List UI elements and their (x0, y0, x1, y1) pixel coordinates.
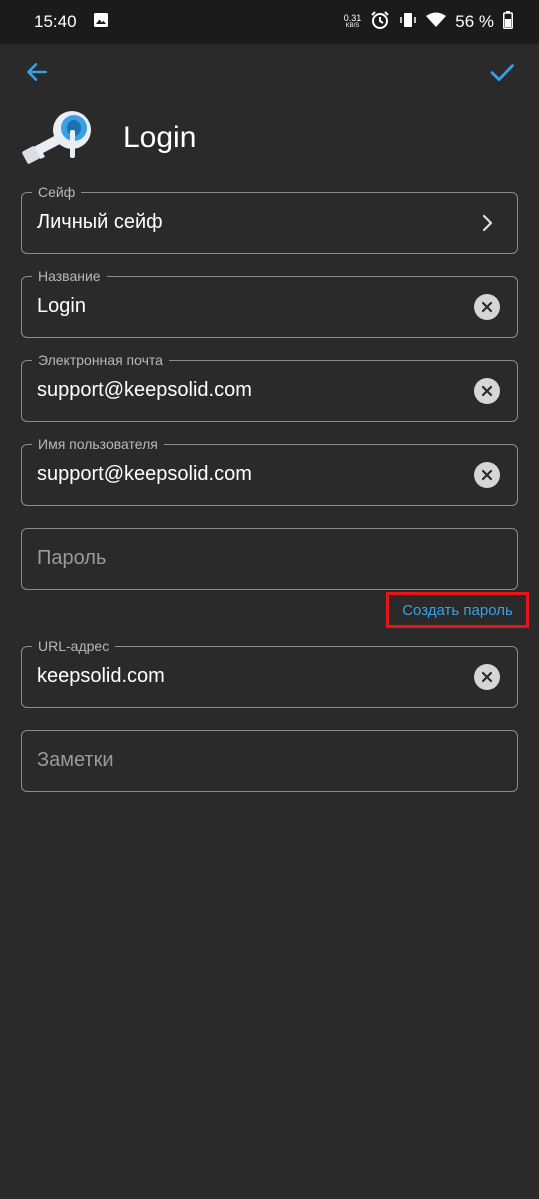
notes-placeholder: Заметки (37, 749, 114, 771)
image-icon (93, 12, 109, 33)
clear-name-button[interactable] (474, 294, 500, 320)
back-button[interactable] (18, 54, 56, 90)
battery-percentage: 56 % (455, 12, 494, 31)
name-field[interactable]: Название Login (21, 266, 518, 338)
email-value: support@keepsolid.com (37, 379, 252, 401)
item-header: Login (22, 108, 196, 168)
url-field[interactable]: URL-адрес keepsolid.com (21, 636, 518, 708)
save-button[interactable] (483, 54, 521, 90)
arrow-back-icon (27, 63, 47, 81)
wifi-icon (426, 12, 447, 33)
clear-icon (481, 385, 493, 397)
generate-password-button[interactable]: Создать пароль (386, 592, 529, 628)
status-bar: 15:40 0.31 KB/S 56 % (0, 0, 539, 44)
email-field[interactable]: Электронная почта support@keepsolid.com (21, 350, 518, 422)
clear-email-button[interactable] (474, 378, 500, 404)
net-speed: 0.31 KB/S (344, 14, 362, 30)
alarm-icon (370, 10, 390, 35)
username-field[interactable]: Имя пользователя support@keepsolid.com (21, 434, 518, 506)
clear-icon (481, 469, 493, 481)
status-time: 15:40 (34, 12, 77, 31)
clear-icon (481, 301, 493, 313)
toolbar (0, 44, 539, 100)
clear-url-button[interactable] (474, 664, 500, 690)
clear-icon (481, 671, 493, 683)
password-field[interactable]: Пароль (21, 528, 518, 590)
net-speed-unit: KB/S (345, 23, 360, 29)
notes-field[interactable]: Заметки (21, 730, 518, 792)
battery-icon (503, 10, 513, 34)
net-speed-value: 0.31 (343, 13, 362, 23)
name-value: Login (37, 295, 86, 317)
check-icon (490, 64, 514, 81)
password-placeholder: Пароль (37, 547, 107, 569)
chevron-right-icon[interactable] (475, 211, 499, 235)
vibrate-icon (399, 11, 417, 34)
vault-value: Личный сейф (37, 211, 163, 233)
key-icon (22, 111, 91, 164)
vault-field[interactable]: Сейф Личный сейф (21, 182, 518, 254)
username-value: support@keepsolid.com (37, 463, 252, 485)
clear-username-button[interactable] (474, 462, 500, 488)
url-value: keepsolid.com (37, 665, 165, 687)
page-title: Login (123, 121, 197, 154)
